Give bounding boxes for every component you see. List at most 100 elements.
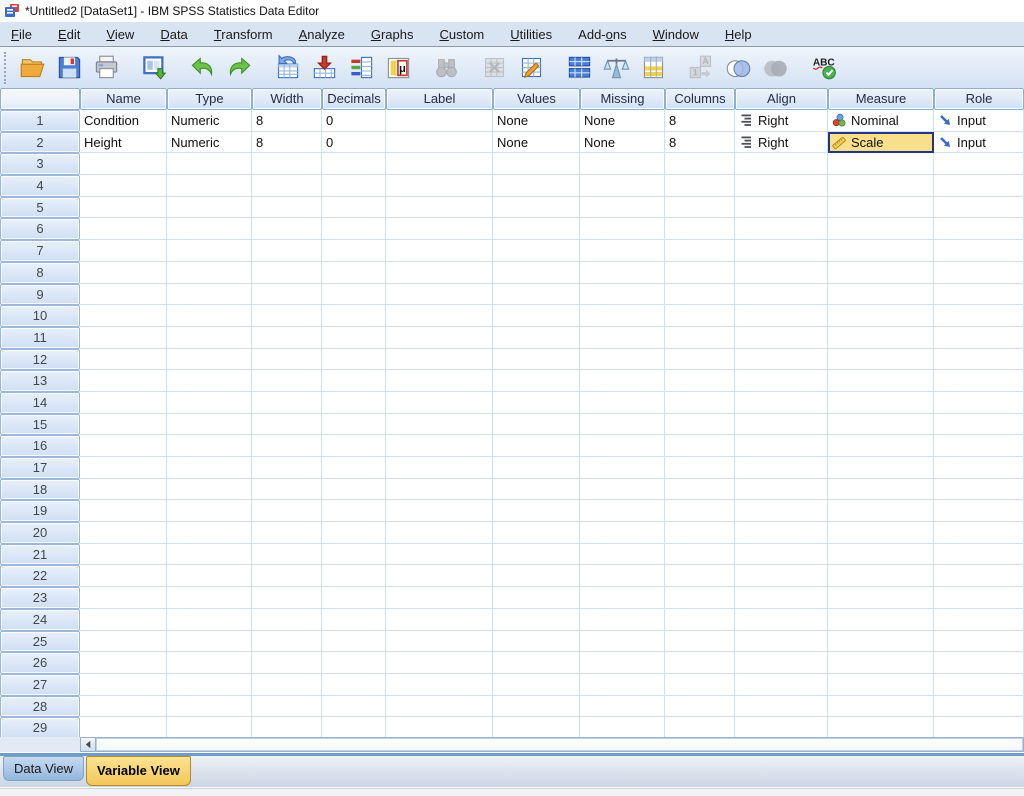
cell-row9-width[interactable] — [252, 284, 322, 306]
cell-row14-type[interactable] — [167, 392, 252, 414]
cell-row2-name[interactable]: Height — [80, 132, 167, 154]
cell-row24-label[interactable] — [386, 609, 493, 631]
cell-row27-missing[interactable] — [580, 674, 665, 696]
cell-row5-missing[interactable] — [580, 197, 665, 219]
menu-window[interactable]: Window — [644, 24, 708, 45]
cell-row4-type[interactable] — [167, 175, 252, 197]
descriptive-statistics-button[interactable]: μ — [380, 51, 417, 85]
cell-row28-decimals[interactable] — [322, 696, 386, 718]
cell-row8-values[interactable] — [493, 262, 580, 284]
cell-row16-type[interactable] — [167, 435, 252, 457]
row-header-27[interactable]: 27 — [0, 674, 80, 696]
cell-row5-measure[interactable] — [828, 197, 934, 219]
cell-row28-measure[interactable] — [828, 696, 934, 718]
cell-row1-label[interactable] — [386, 110, 493, 132]
cell-row1-width[interactable]: 8 — [252, 110, 322, 132]
weight-cases-button[interactable] — [598, 51, 635, 85]
cell-row11-label[interactable] — [386, 327, 493, 349]
cell-row17-role[interactable] — [934, 457, 1024, 479]
cell-row21-decimals[interactable] — [322, 544, 386, 566]
cell-row8-decimals[interactable] — [322, 262, 386, 284]
cell-row21-name[interactable] — [80, 544, 167, 566]
cell-row20-columns[interactable] — [665, 522, 735, 544]
open-data-button[interactable] — [14, 51, 51, 85]
cell-row9-columns[interactable] — [665, 284, 735, 306]
cell-row8-label[interactable] — [386, 262, 493, 284]
cell-row16-align[interactable] — [735, 435, 828, 457]
cell-row12-columns[interactable] — [665, 349, 735, 371]
cell-row18-values[interactable] — [493, 479, 580, 501]
cell-row17-type[interactable] — [167, 457, 252, 479]
cell-row23-decimals[interactable] — [322, 587, 386, 609]
cell-row6-label[interactable] — [386, 218, 493, 240]
cell-row11-role[interactable] — [934, 327, 1024, 349]
row-header-19[interactable]: 19 — [0, 500, 80, 522]
cell-row20-values[interactable] — [493, 522, 580, 544]
cell-row29-decimals[interactable] — [322, 717, 386, 739]
cell-row28-align[interactable] — [735, 696, 828, 718]
cell-row1-measure[interactable]: Nominal — [828, 110, 934, 132]
cell-row7-type[interactable] — [167, 240, 252, 262]
cell-row10-measure[interactable] — [828, 305, 934, 327]
cell-row4-width[interactable] — [252, 175, 322, 197]
cell-row5-role[interactable] — [934, 197, 1024, 219]
cell-row13-label[interactable] — [386, 370, 493, 392]
cell-row15-label[interactable] — [386, 414, 493, 436]
cell-row11-type[interactable] — [167, 327, 252, 349]
cell-row24-decimals[interactable] — [322, 609, 386, 631]
menu-utilities[interactable]: Utilities — [501, 24, 561, 45]
cell-row19-role[interactable] — [934, 500, 1024, 522]
cell-row25-label[interactable] — [386, 631, 493, 653]
cell-row29-type[interactable] — [167, 717, 252, 739]
cell-row13-decimals[interactable] — [322, 370, 386, 392]
cell-row14-role[interactable] — [934, 392, 1024, 414]
cell-row28-missing[interactable] — [580, 696, 665, 718]
cell-row21-label[interactable] — [386, 544, 493, 566]
cell-row22-name[interactable] — [80, 565, 167, 587]
cell-row27-align[interactable] — [735, 674, 828, 696]
cell-row6-align[interactable] — [735, 218, 828, 240]
cell-row16-values[interactable] — [493, 435, 580, 457]
cell-row15-type[interactable] — [167, 414, 252, 436]
cell-row16-missing[interactable] — [580, 435, 665, 457]
cell-row9-label[interactable] — [386, 284, 493, 306]
cell-row21-align[interactable] — [735, 544, 828, 566]
cell-row26-role[interactable] — [934, 652, 1024, 674]
cell-row2-role[interactable]: Input — [934, 132, 1024, 154]
cell-row15-decimals[interactable] — [322, 414, 386, 436]
cell-row10-type[interactable] — [167, 305, 252, 327]
cell-row27-label[interactable] — [386, 674, 493, 696]
cell-row4-values[interactable] — [493, 175, 580, 197]
cell-row27-name[interactable] — [80, 674, 167, 696]
cell-row4-measure[interactable] — [828, 175, 934, 197]
cell-row27-columns[interactable] — [665, 674, 735, 696]
cell-row13-columns[interactable] — [665, 370, 735, 392]
cell-row14-missing[interactable] — [580, 392, 665, 414]
column-header-missing[interactable]: Missing — [580, 88, 665, 110]
cell-row5-decimals[interactable] — [322, 197, 386, 219]
cell-row26-columns[interactable] — [665, 652, 735, 674]
menu-custom[interactable]: Custom — [430, 24, 493, 45]
cell-row17-label[interactable] — [386, 457, 493, 479]
cell-row16-name[interactable] — [80, 435, 167, 457]
cell-row5-values[interactable] — [493, 197, 580, 219]
cell-row26-label[interactable] — [386, 652, 493, 674]
cell-row14-label[interactable] — [386, 392, 493, 414]
cell-row18-decimals[interactable] — [322, 479, 386, 501]
row-header-22[interactable]: 22 — [0, 565, 80, 587]
cell-row13-role[interactable] — [934, 370, 1024, 392]
cell-row20-type[interactable] — [167, 522, 252, 544]
cell-row26-values[interactable] — [493, 652, 580, 674]
cell-row29-columns[interactable] — [665, 717, 735, 739]
use-variable-sets-button[interactable] — [720, 51, 757, 85]
cell-row26-missing[interactable] — [580, 652, 665, 674]
row-header-20[interactable]: 20 — [0, 522, 80, 544]
cell-row11-columns[interactable] — [665, 327, 735, 349]
cell-row9-role[interactable] — [934, 284, 1024, 306]
cell-row4-align[interactable] — [735, 175, 828, 197]
cell-row13-type[interactable] — [167, 370, 252, 392]
cell-row12-measure[interactable] — [828, 349, 934, 371]
cell-row22-type[interactable] — [167, 565, 252, 587]
print-button[interactable] — [88, 51, 125, 85]
cell-row2-decimals[interactable]: 0 — [322, 132, 386, 154]
